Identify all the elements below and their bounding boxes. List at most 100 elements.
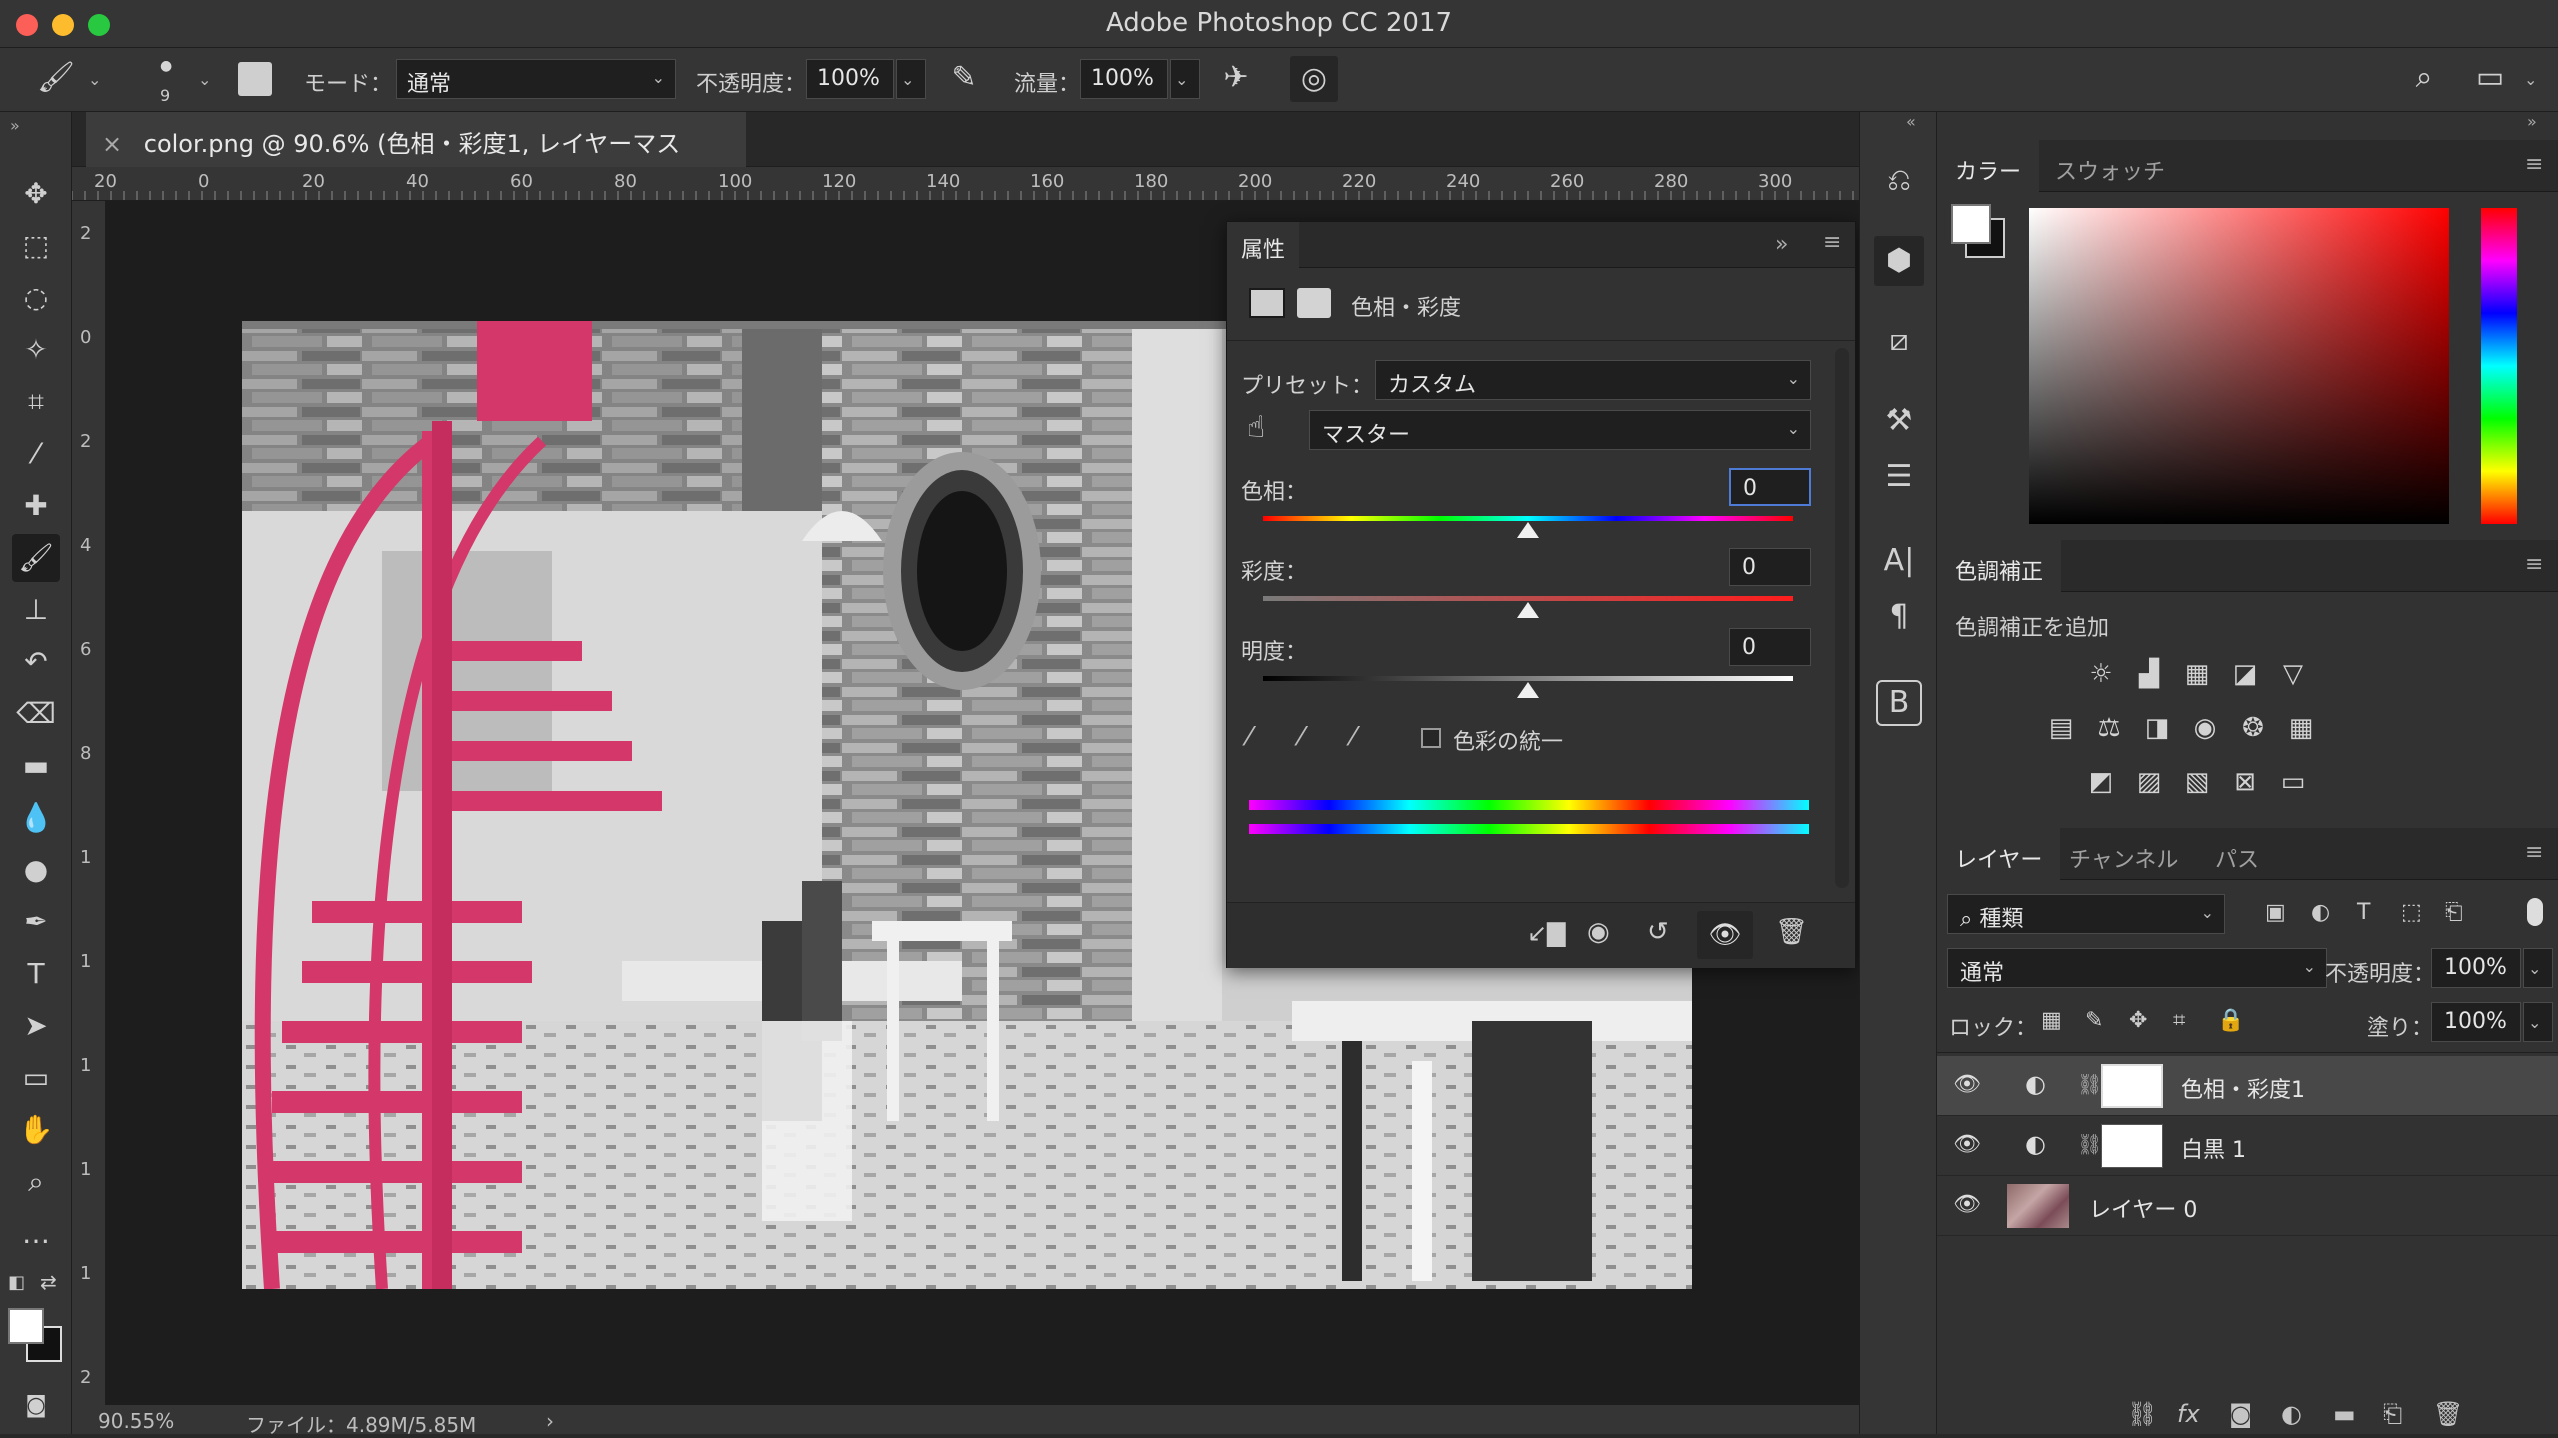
eyedropper-minus-icon[interactable]: ⁄ [1351, 722, 1355, 752]
quick-select-tool-icon[interactable]: ✧ [12, 326, 60, 374]
character-icon[interactable]: A| [1874, 536, 1924, 586]
lock-transparent-icon[interactable]: ▦ [2041, 1008, 2062, 1033]
curves-icon[interactable]: ▦ [2177, 654, 2217, 694]
move-tool-icon[interactable]: ✥ [12, 170, 60, 218]
layer-style-fx-icon[interactable]: fx [2177, 1400, 2200, 1428]
stamp-tool-icon[interactable]: ⊥ [12, 586, 60, 634]
channel-mixer-icon[interactable]: ❂ [2233, 708, 2273, 748]
eyedropper-tool-icon[interactable]: ⁄ [12, 430, 60, 478]
history-brush-tool-icon[interactable]: ↶ [12, 638, 60, 686]
more-tools-icon[interactable]: … [12, 1210, 60, 1258]
blend-mode-select[interactable]: 通常 ⌄ [1947, 948, 2327, 988]
layer-name[interactable]: 色相・彩度1 [2181, 1072, 2305, 1104]
gradient-map-icon[interactable]: ▭ [2273, 762, 2313, 802]
posterize-icon[interactable]: ▨ [2129, 762, 2169, 802]
clone-source-icon[interactable]: ⚒ [1874, 396, 1924, 446]
healing-brush-tool-icon[interactable]: ✚ [12, 482, 60, 530]
vertical-ruler[interactable]: 2 0 2 4 6 8 1 1 1 1 1 2 [72, 201, 106, 1405]
brush-tool-icon[interactable]: 🖌 [12, 534, 60, 582]
swap-colors-icon[interactable]: ⇄ [40, 1270, 57, 1294]
crop-tool-icon[interactable]: ⌗ [12, 378, 60, 426]
foreground-color-swatch[interactable] [8, 1308, 44, 1344]
zoom-level[interactable]: 90.55% [98, 1409, 174, 1433]
exposure-icon[interactable]: ◪ [2225, 654, 2265, 694]
flow-input[interactable]: 100% [1080, 59, 1168, 99]
lightness-input[interactable]: 0 [1729, 628, 1811, 666]
brush-dot-icon[interactable]: ● [160, 58, 172, 74]
invert-icon[interactable]: ◩ [2081, 762, 2121, 802]
layer-thumbnail[interactable] [2007, 1184, 2069, 1228]
properties-scrollbar[interactable] [1835, 348, 1849, 888]
photo-filter-icon[interactable]: ◉ [2185, 708, 2225, 748]
link-icon[interactable]: ⛓ [2077, 1072, 2102, 1096]
adjustment-icon[interactable] [1249, 288, 1285, 318]
channel-select[interactable]: マスター ⌄ [1309, 410, 1811, 450]
clip-to-layer-icon[interactable]: ↙▇ [1527, 919, 1566, 947]
fill-dropdown[interactable]: ⌄ [2523, 1002, 2553, 1042]
quick-mask-icon[interactable]: ◙ [12, 1382, 60, 1430]
fill-input[interactable]: 100% [2431, 1002, 2521, 1042]
zoom-tool-icon[interactable]: ⌕ [12, 1158, 60, 1206]
default-colors-icon[interactable]: ◧ [8, 1272, 25, 1293]
new-layer-icon[interactable]: ⎗ [2383, 1400, 2402, 1428]
horizontal-ruler[interactable]: 20 0 20 40 60 80 100 120 140 160 180 200 220 240 260 28… [72, 167, 1859, 201]
3d-icon[interactable]: ⬢ [1874, 236, 1924, 286]
panel-menu-icon[interactable]: ≡ [2525, 152, 2543, 177]
reset-icon[interactable]: ↺ [1647, 917, 1669, 947]
rectangle-tool-icon[interactable]: ▭ [12, 1054, 60, 1102]
preset-select[interactable]: カスタム ⌄ [1375, 360, 1811, 400]
close-tab-icon[interactable]: × [102, 130, 122, 158]
colorize-checkbox[interactable] [1421, 728, 1441, 748]
collapse-icon[interactable]: » [10, 116, 20, 135]
layer-name[interactable]: 白黒 1 [2181, 1132, 2246, 1164]
new-group-folder-icon[interactable]: ▬ [2333, 1400, 2356, 1428]
brush-preset-icon[interactable]: ⧄ [1874, 316, 1924, 366]
filter-smart-object-icon[interactable]: ⎗ [2445, 900, 2463, 925]
new-adjustment-layer-icon[interactable]: ◐ [2281, 1400, 2302, 1428]
vibrance-icon[interactable]: ▽ [2273, 654, 2313, 694]
lock-position-icon[interactable]: ✥ [2129, 1008, 2147, 1033]
mode-select[interactable]: 通常 ⌄ [396, 59, 676, 99]
hue-saturation-icon[interactable]: ▤ [2041, 708, 2081, 748]
view-previous-state-icon[interactable]: ◉ [1587, 917, 1610, 947]
collapse-icon[interactable]: » [1775, 232, 1788, 257]
toggle-visibility-icon[interactable]: 👁 [1697, 911, 1753, 959]
color-balance-icon[interactable]: ⚖ [2089, 708, 2129, 748]
document-tab[interactable]: × color.png @ 90.6% (色相・彩度1, レイヤーマスク/8) … [86, 112, 746, 193]
color-field[interactable] [2029, 208, 2449, 524]
dodge-tool-icon[interactable]: ● [12, 846, 60, 894]
lasso-tool-icon[interactable]: ◌ [12, 274, 60, 322]
layer-row[interactable]: 👁 ◐ ⛓ 色相・彩度1 [1937, 1056, 2558, 1116]
black-white-icon[interactable]: ◨ [2137, 708, 2177, 748]
foreground-color-swatch[interactable] [1951, 204, 1991, 244]
visibility-eye-icon[interactable]: 👁 [1953, 1192, 1981, 1217]
tab-swatches[interactable]: スウォッチ [2037, 140, 2183, 192]
brush-panel-icon[interactable] [238, 62, 272, 96]
delete-icon[interactable]: 🗑 [1775, 917, 1808, 947]
eyedropper-plus-icon[interactable]: ⁄ [1299, 722, 1303, 752]
collapse-icon[interactable]: » [2527, 112, 2537, 131]
layer-row[interactable]: 👁 レイヤー 0 [1937, 1176, 2558, 1236]
filter-toggle[interactable] [2527, 898, 2543, 926]
hue-strip[interactable] [2481, 208, 2517, 524]
targeted-adjustment-hand-icon[interactable]: ☝ [1247, 410, 1265, 445]
tab-color[interactable]: カラー [1937, 140, 2040, 192]
properties-icon[interactable]: ☰ [1874, 452, 1924, 502]
airbrush-icon[interactable]: ✈ [1214, 60, 1258, 95]
lock-pixels-icon[interactable]: ✎ [2085, 1008, 2103, 1033]
history-icon[interactable]: ⎌ [1874, 156, 1924, 206]
saturation-slider-thumb[interactable] [1517, 602, 1539, 618]
filter-shape-icon[interactable]: ⬚ [2401, 900, 2422, 925]
behance-icon[interactable]: B [1876, 680, 1922, 726]
tab-adjustments[interactable]: 色調補正 [1937, 540, 2062, 592]
brush-tool-preset-icon[interactable]: 🖌 [36, 60, 76, 95]
layer-filter-select[interactable]: ⌕ 種類 ⌄ [1947, 894, 2225, 934]
filter-adjustment-icon[interactable]: ◐ [2311, 900, 2330, 925]
chevron-down-icon[interactable]: ⌄ [88, 70, 101, 89]
panel-menu-icon[interactable]: ≡ [2525, 552, 2543, 577]
saturation-input[interactable]: 0 [1729, 548, 1811, 586]
tab-channels[interactable]: チャンネル [2051, 828, 2196, 880]
eraser-tool-icon[interactable]: ⌫ [12, 690, 60, 738]
mask-icon[interactable] [1297, 288, 1331, 318]
hand-tool-icon[interactable]: ✋ [12, 1106, 60, 1154]
